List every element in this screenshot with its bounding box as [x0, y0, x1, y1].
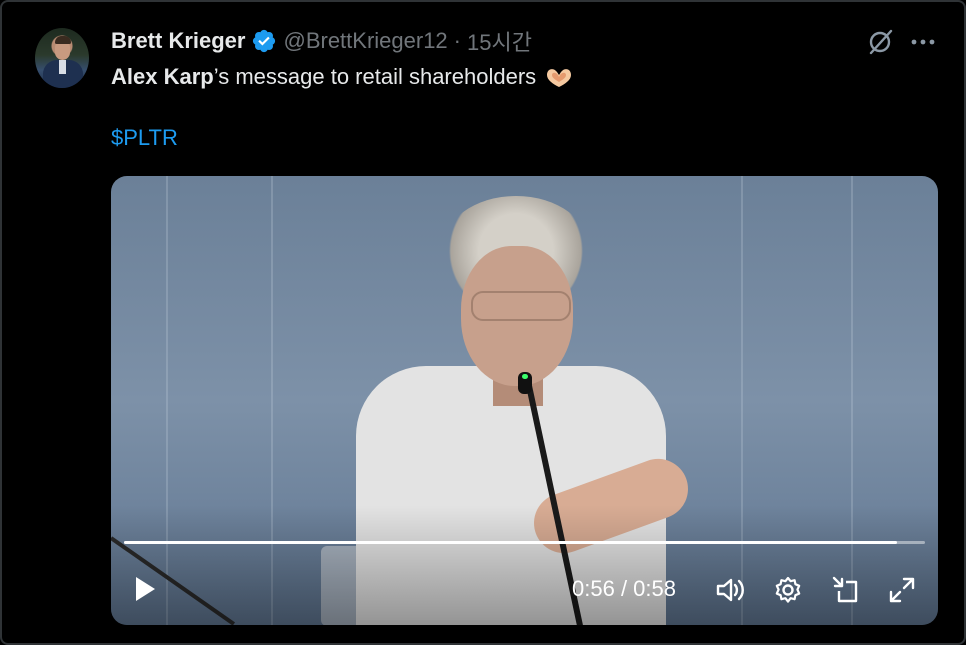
video-progress-bar[interactable] — [124, 541, 925, 544]
heart-hands-icon — [547, 69, 572, 87]
current-time: 0:56 — [572, 576, 615, 601]
volume-icon[interactable] — [714, 574, 746, 606]
tweet-text-bold: Alex Karp — [111, 64, 214, 89]
play-icon[interactable] — [129, 574, 159, 604]
gear-icon[interactable] — [772, 574, 804, 606]
picture-in-picture-icon[interactable] — [830, 574, 862, 606]
grok-icon[interactable] — [866, 28, 894, 56]
controls-gradient — [111, 505, 938, 625]
tweet-text: Alex Karp ’s message to retail sharehold… — [111, 62, 574, 92]
header-separator: · — [453, 28, 461, 53]
author-handle[interactable]: @BrettKrieger12 — [283, 28, 447, 54]
fullscreen-icon[interactable] — [886, 574, 918, 606]
video-player[interactable]: 0:56 / 0:58 — [111, 176, 938, 625]
video-timecode: 0:56 / 0:58 — [572, 576, 676, 602]
time-separator: / — [614, 576, 634, 601]
avatar-hair — [55, 36, 71, 44]
duration: 0:58 — [633, 576, 676, 601]
cashtag-link[interactable]: $PLTR — [111, 125, 178, 151]
timestamp[interactable]: 15시간 — [467, 25, 532, 57]
author-name[interactable]: Brett Krieger — [111, 28, 245, 54]
tweet-card[interactable]: Brett Krieger @BrettKrieger12 · 15시간 Ale… — [0, 0, 966, 645]
tweet-header: Brett Krieger @BrettKrieger12 · 15시간 — [111, 26, 532, 56]
more-icon[interactable] — [908, 28, 938, 56]
verified-badge-icon[interactable] — [251, 28, 277, 54]
video-microphone-light — [522, 374, 528, 379]
tweet-text-rest: ’s message to retail shareholders — [213, 64, 537, 89]
video-person-glasses — [471, 291, 571, 321]
avatar-shirt — [59, 60, 66, 74]
avatar[interactable] — [35, 28, 89, 88]
video-progress-fill — [124, 541, 898, 544]
